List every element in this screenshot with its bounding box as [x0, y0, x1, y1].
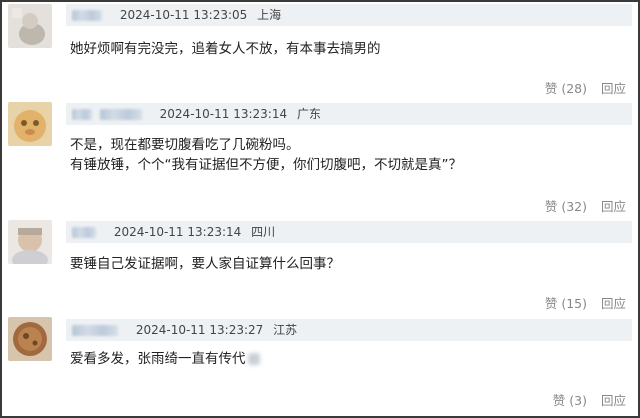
comment-text: 不是，现在都要切腹看吃了几碗粉吗。 有锤放锤，个个“我有证据但不方便，你们切腹吧… — [70, 135, 462, 175]
comment-list: 2024-10-11 13:23:05 上海 她好烦啊有完没完，追着女人不放，有… — [0, 0, 640, 418]
comment-text: 爱看多发，张雨绮一直有传代 — [70, 349, 260, 369]
reply-button[interactable]: 回应 — [601, 199, 626, 214]
like-button[interactable]: 赞 (32) — [545, 199, 587, 214]
comment-item: 2024-10-11 13:23:05 上海 她好烦啊有完没完，追着女人不放，有… — [4, 2, 638, 98]
reply-button[interactable]: 回应 — [601, 81, 626, 96]
reply-button[interactable]: 回应 — [601, 296, 626, 311]
like-button[interactable]: 赞 (3) — [553, 393, 587, 408]
comment-line: 不是，现在都要切腹看吃了几碗粉吗。 — [70, 137, 300, 153]
comment-location: 上海 — [257, 8, 282, 22]
comment-line: 她好烦啊有完没完，追着女人不放，有本事去搞男的 — [70, 41, 381, 57]
comment-meta: 2024-10-11 13:23:14 四川 — [66, 221, 632, 243]
comment-line: 爱看多发，张雨绮一直有传代 — [70, 349, 260, 369]
redacted-text — [247, 353, 260, 365]
avatar[interactable] — [8, 317, 52, 361]
avatar[interactable] — [8, 220, 52, 264]
comment-text: 要锤自己发证据啊，要人家自证算什么回事？ — [70, 254, 340, 274]
comment-location: 广东 — [296, 107, 321, 121]
comment-location: 江苏 — [273, 323, 298, 337]
comment-actions: 赞 (28) 回应 — [545, 78, 626, 97]
username-blurred[interactable] — [72, 109, 92, 120]
comment-meta: 2024-10-11 13:23:27 江苏 — [66, 319, 632, 341]
comment-line: 有锤放锤，个个“我有证据但不方便，你们切腹吧，不切就是真”？ — [70, 157, 462, 173]
username-blurred[interactable] — [72, 325, 118, 336]
comment-item: 2024-10-11 13:23:27 江苏 爱看多发，张雨绮一直有传代 赞 (… — [4, 315, 638, 418]
username-blurred — [99, 109, 142, 120]
like-button[interactable]: 赞 (28) — [545, 81, 587, 96]
username-blurred[interactable] — [72, 10, 102, 21]
comment-meta: 2024-10-11 13:23:05 上海 — [66, 4, 632, 26]
comment-line: 要锤自己发证据啊，要人家自证算什么回事？ — [70, 256, 340, 272]
comment-item: 2024-10-11 13:23:14 广东 不是，现在都要切腹看吃了几碗粉吗。… — [4, 98, 638, 218]
comment-meta: 2024-10-11 13:23:14 广东 — [66, 103, 632, 125]
comment-text: 她好烦啊有完没完，追着女人不放，有本事去搞男的 — [70, 39, 381, 59]
comment-timestamp: 2024-10-11 13:23:05 — [119, 8, 248, 22]
comment-actions: 赞 (32) 回应 — [545, 196, 626, 215]
reply-button[interactable]: 回应 — [601, 393, 626, 408]
avatar[interactable] — [8, 4, 52, 48]
like-button[interactable]: 赞 (15) — [545, 296, 587, 311]
comment-actions: 赞 (3) 回应 — [553, 390, 626, 409]
comment-timestamp: 2024-10-11 13:23:27 — [135, 323, 264, 337]
comment-item: 2024-10-11 13:23:14 四川 要锤自己发证据啊，要人家自证算什么… — [4, 218, 638, 315]
comment-timestamp: 2024-10-11 13:23:14 — [159, 107, 288, 121]
username-blurred[interactable] — [72, 227, 96, 238]
comment-location: 四川 — [251, 225, 276, 239]
comment-timestamp: 2024-10-11 13:23:14 — [113, 225, 242, 239]
comment-actions: 赞 (15) 回应 — [545, 293, 626, 312]
avatar[interactable] — [8, 102, 52, 146]
